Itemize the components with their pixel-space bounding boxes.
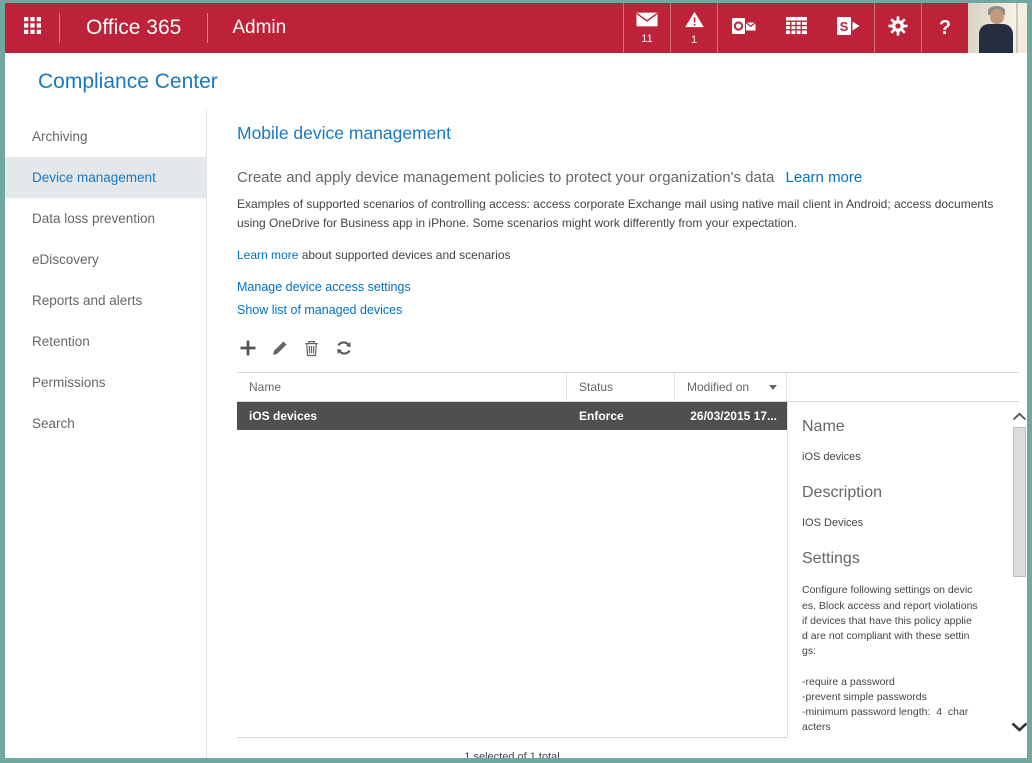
avatar-background	[1016, 3, 1018, 53]
calendar-button[interactable]	[770, 3, 822, 53]
question-mark-icon: ?	[939, 17, 951, 40]
avatar-head	[990, 9, 1004, 24]
policy-list: iOS devices Enforce 26/03/2015 17...	[237, 402, 787, 738]
delete-policy-button[interactable]	[301, 340, 322, 361]
user-avatar[interactable]	[968, 3, 1027, 53]
section-title: Mobile device management	[237, 123, 1019, 144]
app-shortcuts-group: S	[717, 3, 874, 53]
details-settings-label: Settings	[802, 550, 1000, 568]
column-header-modified-on[interactable]: Modified on	[675, 373, 787, 401]
sidebar-nav: Archiving Device management Data loss pr…	[5, 110, 207, 758]
details-name-label: Name	[802, 418, 1000, 436]
policy-grid: Name Status Modified on iOS devices Enfo…	[237, 372, 1019, 738]
details-scrollbar[interactable]	[1010, 412, 1028, 732]
subtitle-text: Create and apply device management polic…	[237, 169, 774, 186]
mail-button[interactable]: 11	[623, 3, 670, 53]
alerts-button[interactable]: 1	[670, 3, 717, 53]
table-row-ios-devices[interactable]: iOS devices Enforce 26/03/2015 17...	[237, 402, 787, 430]
show-managed-devices-link[interactable]: Show list of managed devices	[237, 303, 1019, 317]
learn-more-rest: about supported devices and scenarios	[298, 248, 510, 262]
mail-count-badge: 11	[641, 34, 652, 45]
column-header-empty	[787, 373, 1019, 401]
details-description-label: Description	[802, 484, 1000, 502]
plus-icon	[239, 339, 257, 362]
sidebar-item-ediscovery[interactable]: eDiscovery	[5, 239, 206, 280]
admin-section-title[interactable]: Admin	[208, 3, 310, 53]
app-window: Office 365 Admin 11 1	[0, 0, 1032, 763]
scrollbar-thumb[interactable]	[1013, 427, 1026, 577]
column-header-modified-on-label: Modified on	[687, 380, 749, 394]
refresh-button[interactable]	[333, 340, 354, 361]
sidebar-item-device-management[interactable]: Device management	[5, 157, 206, 198]
sharepoint-icon: S	[835, 15, 861, 42]
subtitle-learn-more-link[interactable]: Learn more	[786, 169, 863, 186]
row-cell-name: iOS devices	[237, 409, 567, 423]
sidebar-item-archiving[interactable]: Archiving	[5, 116, 206, 157]
chevron-up-icon[interactable]	[1012, 412, 1027, 421]
topbar: Office 365 Admin 11 1	[5, 3, 1027, 53]
topbar-spacer	[310, 3, 623, 53]
sidebar-item-retention[interactable]: Retention	[5, 321, 206, 362]
row-cell-modified: 26/03/2015 17...	[675, 409, 787, 423]
refresh-icon	[335, 339, 353, 362]
learn-more-line: Learn more about supported devices and s…	[237, 248, 1019, 262]
column-header-status[interactable]: Status	[567, 373, 675, 401]
chevron-down-icon[interactable]	[1011, 722, 1028, 732]
outlook-icon	[731, 15, 757, 42]
details-name-value: iOS devices	[802, 451, 1000, 463]
envelope-icon	[636, 12, 658, 32]
alert-count-badge: 1	[691, 35, 697, 46]
manage-device-access-settings-link[interactable]: Manage device access settings	[237, 280, 1019, 294]
section-subtitle: Create and apply device management polic…	[237, 169, 1019, 186]
add-policy-button[interactable]	[237, 340, 258, 361]
warning-triangle-icon	[684, 11, 705, 33]
main-content: Mobile device management Create and appl…	[207, 110, 1027, 758]
svg-text:S: S	[840, 19, 849, 34]
page-body: Archiving Device management Data loss pr…	[5, 110, 1027, 758]
details-description-value: IOS Devices	[802, 517, 1000, 529]
gear-icon	[887, 15, 909, 42]
selection-status-text: 1 selected of 1 total	[237, 751, 787, 763]
row-cell-status: Enforce	[567, 409, 675, 423]
help-button[interactable]: ?	[921, 3, 968, 53]
sidebar-item-data-loss-prevention[interactable]: Data loss prevention	[5, 198, 206, 239]
sidebar-item-permissions[interactable]: Permissions	[5, 362, 206, 403]
grid-body: iOS devices Enforce 26/03/2015 17... Nam…	[237, 402, 1019, 738]
settings-button[interactable]	[874, 3, 921, 53]
details-panel: Name iOS devices Description IOS Devices…	[787, 402, 1030, 738]
grid-header: Name Status Modified on	[237, 372, 1019, 402]
page-header: Compliance Center	[5, 53, 1027, 110]
calendar-icon	[785, 16, 808, 40]
sidebar-item-search[interactable]: Search	[5, 403, 206, 444]
pencil-icon	[271, 339, 289, 362]
trash-icon	[303, 339, 320, 362]
sidebar-item-reports-and-alerts[interactable]: Reports and alerts	[5, 280, 206, 321]
details-settings-text: Configure following settings on devic es…	[802, 583, 1000, 735]
avatar-body	[979, 24, 1013, 53]
learn-more-link[interactable]: Learn more	[237, 248, 298, 262]
brand-title[interactable]: Office 365	[60, 3, 207, 53]
scenario-description: Examples of supported scenarios of contr…	[237, 195, 1019, 233]
edit-policy-button[interactable]	[269, 340, 290, 361]
outlook-button[interactable]	[718, 3, 770, 53]
sharepoint-button[interactable]: S	[822, 3, 874, 53]
policy-toolbar	[237, 340, 1019, 361]
page-title: Compliance Center	[38, 70, 218, 94]
dropdown-arrow-icon[interactable]	[769, 385, 777, 390]
column-header-name[interactable]: Name	[237, 373, 567, 401]
app-launcher-button[interactable]	[5, 3, 59, 53]
waffle-grid-icon	[24, 17, 41, 39]
